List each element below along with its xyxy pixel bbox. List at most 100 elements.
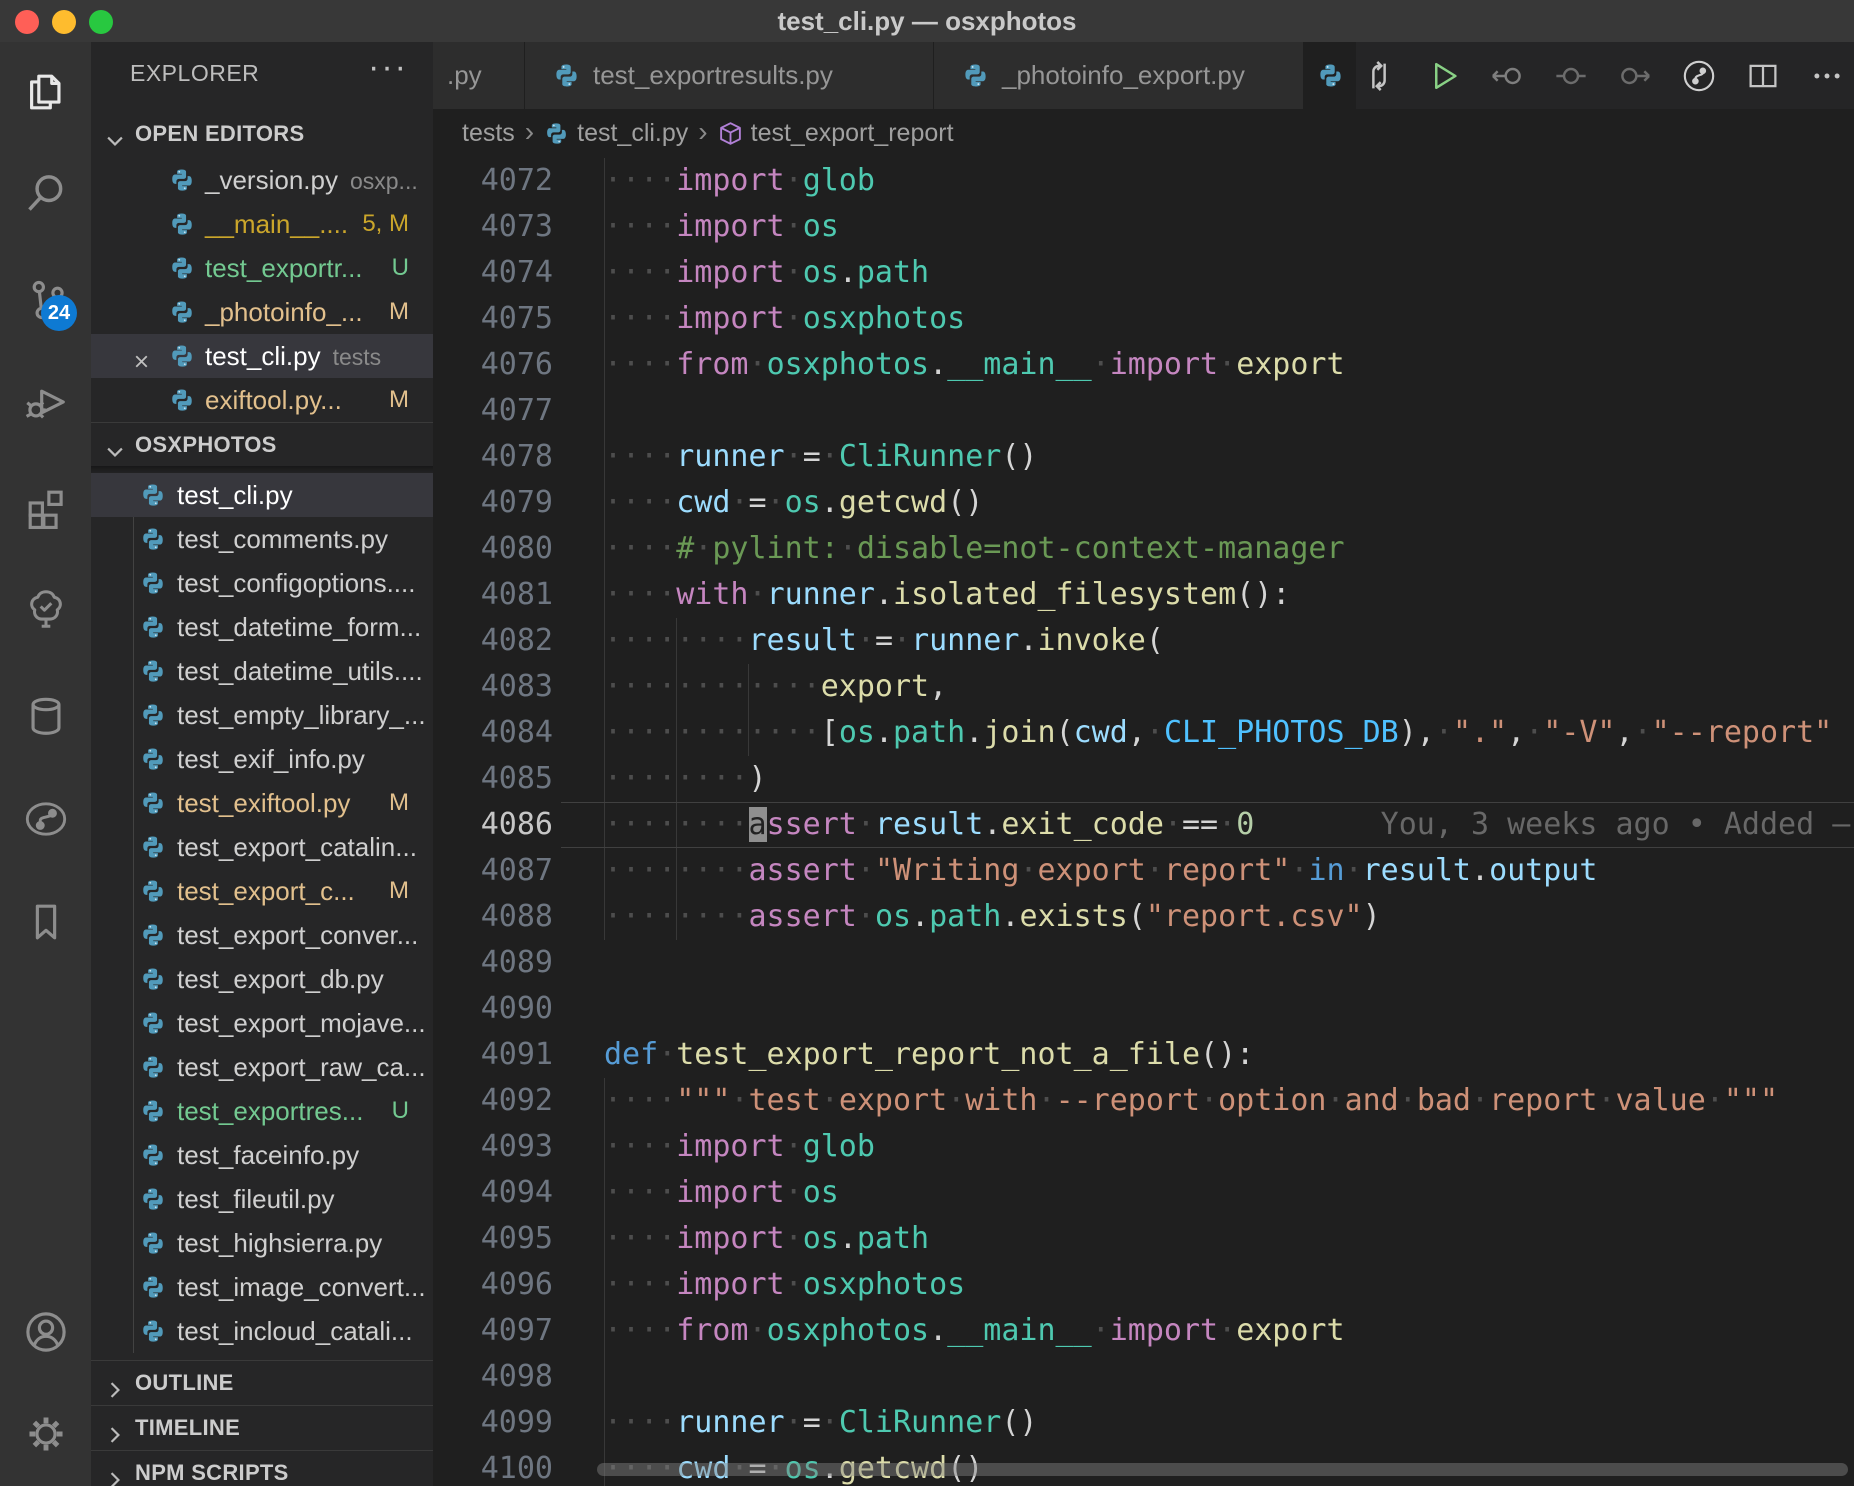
code-line[interactable]: 4079····cwd·=·os.getcwd(): [433, 480, 1854, 526]
editor-actions: [1361, 42, 1845, 109]
code-line[interactable]: 4098: [433, 1354, 1854, 1400]
tree-item[interactable]: test_fileutil.py: [91, 1177, 433, 1221]
tree-item[interactable]: test_export_conver...: [91, 913, 433, 957]
file-label: test_empty_library_...: [177, 693, 426, 737]
code-line[interactable]: 4089: [433, 940, 1854, 986]
run-debug-icon[interactable]: [23, 379, 69, 425]
line-number: 4086: [433, 802, 604, 848]
tree-item[interactable]: test_comments.py: [91, 517, 433, 561]
database-icon[interactable]: [23, 693, 69, 739]
code-line[interactable]: 4099····runner·=·CliRunner(): [433, 1400, 1854, 1446]
open-editor-item[interactable]: _photoinfo_...M: [91, 290, 433, 334]
split-editor-icon[interactable]: [1745, 58, 1781, 94]
tree-item[interactable]: test_empty_library_...: [91, 693, 433, 737]
tree-item[interactable]: test_datetime_utils....: [91, 649, 433, 693]
settings-icon[interactable]: [23, 1411, 69, 1457]
gitlens-icon[interactable]: [1681, 58, 1717, 94]
open-editor-item[interactable]: exiftool.py...M: [91, 378, 433, 422]
tree-item[interactable]: test_image_convert...: [91, 1265, 433, 1309]
tree-item[interactable]: test_cli.py: [91, 473, 433, 517]
open-changes-icon[interactable]: [1361, 58, 1397, 94]
code-line[interactable]: 4082········result·=·runner.invoke(: [433, 618, 1854, 664]
tab-test-cli-active[interactable]: [1304, 42, 1356, 109]
open-editor-item[interactable]: test_exportr...U: [91, 246, 433, 290]
tree-item[interactable]: test_faceinfo.py: [91, 1133, 433, 1177]
source-control-icon[interactable]: 24: [23, 277, 69, 323]
python-icon: [553, 62, 580, 89]
code-line[interactable]: 4086········assert·result.exit_code·==·0…: [433, 802, 1854, 848]
breadcrumb-item[interactable]: test_cli.py: [544, 119, 688, 148]
more-actions-icon[interactable]: [1809, 58, 1845, 94]
tree-item[interactable]: test_exportres...U: [91, 1089, 433, 1133]
code-text: ····import·osxphotos: [604, 296, 1854, 342]
section-timeline[interactable]: TIMELINE: [91, 1405, 433, 1450]
indent-guide: [676, 802, 677, 848]
code-line[interactable]: 4083············export,: [433, 664, 1854, 710]
tree-item[interactable]: test_export_db.py: [91, 957, 433, 1001]
section-outline[interactable]: OUTLINE: [91, 1360, 433, 1405]
bookmarks-icon[interactable]: [23, 899, 69, 945]
tree-item[interactable]: test_export_raw_ca...: [91, 1045, 433, 1089]
code-line[interactable]: 4080····#·pylint:·disable=not-context-ma…: [433, 526, 1854, 572]
account-icon[interactable]: [23, 1309, 69, 1355]
testing-tree-icon[interactable]: [23, 586, 69, 632]
tree-item[interactable]: test_export_mojave...: [91, 1001, 433, 1045]
code-line[interactable]: 4081····with·runner.isolated_filesystem(…: [433, 572, 1854, 618]
breadcrumb-item[interactable]: test_export_report: [718, 119, 954, 148]
tab-truncated[interactable]: .py: [433, 42, 525, 109]
code-line[interactable]: 4078····runner·=·CliRunner(): [433, 434, 1854, 480]
code-line[interactable]: 4075····import·osxphotos: [433, 296, 1854, 342]
close-icon[interactable]: [131, 346, 152, 367]
code-line[interactable]: 4084············[os.path.join(cwd,·CLI_P…: [433, 710, 1854, 756]
tree-item[interactable]: test_incloud_catali...: [91, 1309, 433, 1353]
code-line[interactable]: 4096····import·osxphotos: [433, 1262, 1854, 1308]
open-editor-item[interactable]: __main__....5, M: [91, 202, 433, 246]
code-line[interactable]: 4091def·test_export_report_not_a_file():: [433, 1032, 1854, 1078]
indent-guide: [604, 664, 605, 710]
horizontal-scrollbar[interactable]: [597, 1463, 1848, 1476]
indent-guide: [604, 1124, 605, 1170]
section-npm-scripts[interactable]: NPM SCRIPTS: [91, 1450, 433, 1486]
project-section-header[interactable]: OSXPHOTOS: [91, 422, 433, 467]
tree-item[interactable]: test_export_catalin...: [91, 825, 433, 869]
code-line[interactable]: 4077: [433, 388, 1854, 434]
code-line[interactable]: 4092····"""·test·export·with·--report·op…: [433, 1078, 1854, 1124]
code-line[interactable]: 4087········assert·"Writing·export·repor…: [433, 848, 1854, 894]
breadcrumb-item[interactable]: tests: [462, 119, 515, 148]
tree-item[interactable]: test_configoptions....: [91, 561, 433, 605]
code-line[interactable]: 4073····import·os: [433, 204, 1854, 250]
open-editors-header[interactable]: OPEN EDITORS: [91, 112, 433, 156]
tree-item[interactable]: test_exif_info.py: [91, 737, 433, 781]
code-line[interactable]: 4093····import·glob: [433, 1124, 1854, 1170]
code-line[interactable]: 4072····import·glob: [433, 158, 1854, 204]
run-python-file-icon[interactable]: [1425, 58, 1461, 94]
code-line[interactable]: 4076····from·osxphotos.__main__·import·e…: [433, 342, 1854, 388]
code-line[interactable]: 4085········): [433, 756, 1854, 802]
tree-item[interactable]: test_export_c...M: [91, 869, 433, 913]
code-line[interactable]: 4088········assert·os.path.exists("repor…: [433, 894, 1854, 940]
tab-test-exportresults[interactable]: test_exportresults.py: [525, 42, 934, 109]
tree-item[interactable]: test_highsierra.py: [91, 1221, 433, 1265]
breadcrumb-label: tests: [462, 119, 515, 148]
code-editor[interactable]: 4072····import·glob4073····import·os4074…: [433, 158, 1854, 1486]
open-editor-item[interactable]: test_cli.pytests: [91, 334, 433, 378]
nav-back-icon[interactable]: [1489, 58, 1525, 94]
search-icon[interactable]: [23, 170, 69, 216]
open-editor-item[interactable]: _version.pyosxp...: [91, 158, 433, 202]
nav-forward-icon[interactable]: [1617, 58, 1653, 94]
python-icon: [962, 62, 989, 89]
code-line[interactable]: 4097····from·osxphotos.__main__·import·e…: [433, 1308, 1854, 1354]
tree-item[interactable]: test_datetime_form...: [91, 605, 433, 649]
tab-photoinfo-export[interactable]: _photoinfo_export.py: [934, 42, 1304, 109]
python-icon: [140, 482, 166, 508]
code-line[interactable]: 4074····import·os.path: [433, 250, 1854, 296]
tree-item[interactable]: test_exiftool.pyM: [91, 781, 433, 825]
code-line[interactable]: 4094····import·os: [433, 1170, 1854, 1216]
nav-circle-icon[interactable]: [1553, 58, 1589, 94]
code-line[interactable]: 4090: [433, 986, 1854, 1032]
explorer-more-actions-icon[interactable]: ···: [368, 48, 408, 87]
git-graph-icon[interactable]: [23, 796, 69, 842]
extensions-icon[interactable]: [23, 485, 69, 531]
explorer-icon[interactable]: [23, 69, 69, 115]
code-line[interactable]: 4095····import·os.path: [433, 1216, 1854, 1262]
